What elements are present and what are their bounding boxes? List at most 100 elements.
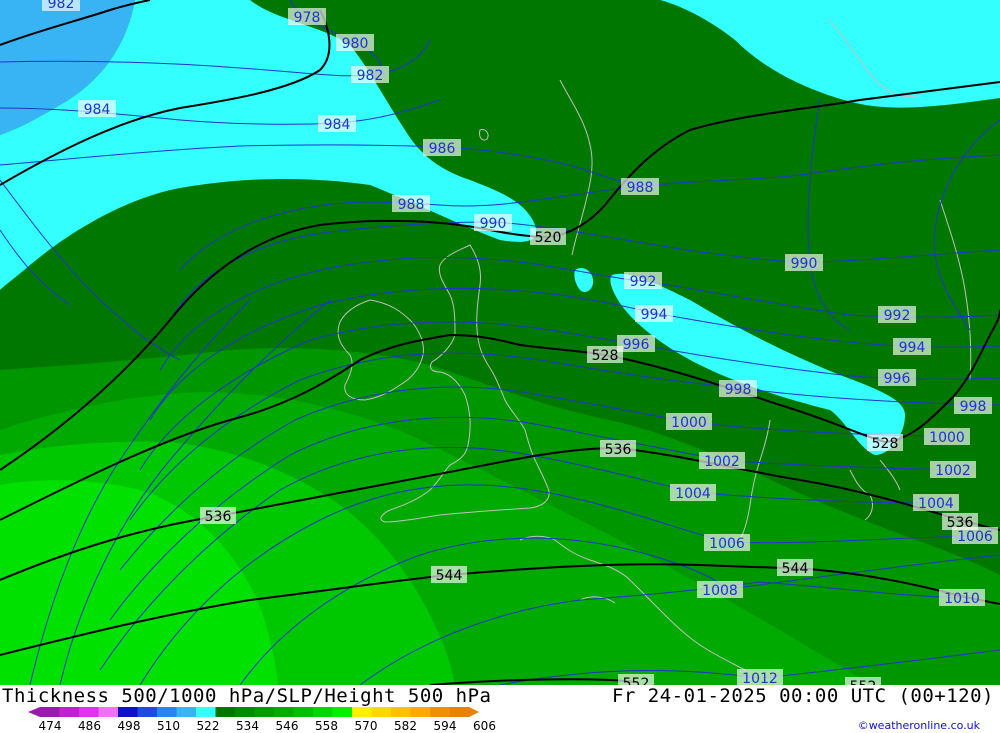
isobar-label: 1004 — [913, 494, 959, 512]
legend-swatch — [98, 707, 119, 717]
legend-swatch — [313, 707, 333, 717]
legend-arrow-left — [28, 707, 40, 717]
legend-swatch — [196, 707, 216, 717]
isobar-label-text: 1010 — [944, 591, 980, 607]
isobar-label-text: 992 — [630, 274, 657, 290]
height-label: 552 — [618, 674, 654, 685]
legend-swatch — [391, 707, 411, 717]
isobar-label-text: 1004 — [918, 496, 954, 512]
legend-label: 582 — [394, 719, 417, 733]
isobar-label: 1006 — [704, 534, 750, 552]
isobar-label: 980 — [336, 34, 374, 52]
height-label-text: 544 — [436, 568, 463, 584]
height-label-text: 536 — [205, 509, 232, 525]
footer-bar: Thickness 500/1000 hPa/SLP/Height 500 hP… — [0, 685, 1000, 733]
map-title: Thickness 500/1000 hPa/SLP/Height 500 hP… — [2, 685, 492, 707]
weather-map: 978 980 982 982 984 984 986 988 988 990 … — [0, 0, 1000, 685]
height-label: 544 — [777, 559, 813, 577]
legend-swatch — [410, 707, 431, 717]
legend-swatch — [449, 707, 470, 717]
isobar-label-text: 982 — [48, 0, 75, 12]
legend-swatch — [176, 707, 197, 717]
legend-swatch — [137, 707, 158, 717]
isobar-label-text: 1012 — [742, 671, 778, 685]
legend-label: 546 — [276, 719, 299, 733]
legend-label: 522 — [197, 719, 220, 733]
height-label: 528 — [587, 346, 623, 364]
legend-label: 570 — [355, 719, 378, 733]
isobar-label-text: 990 — [480, 216, 507, 232]
isobar-label: 978 — [288, 8, 326, 26]
height-label: 536 — [600, 440, 636, 458]
legend-swatch — [40, 707, 60, 717]
isobar-label-text: 1006 — [957, 529, 993, 545]
legend-swatch — [215, 707, 236, 717]
legend-swatch — [118, 707, 138, 717]
legend-swatch — [157, 707, 177, 717]
isobar-label: 1004 — [670, 484, 716, 502]
isobar-label: 984 — [78, 100, 116, 118]
legend-label: 510 — [157, 719, 180, 733]
legend-label: 606 — [473, 719, 496, 733]
isobar-label: 1002 — [930, 461, 976, 479]
isobar-label-text: 998 — [960, 399, 987, 415]
height-label-text: 528 — [592, 348, 619, 364]
height-label: 552 — [845, 677, 881, 685]
isobar-label: 988 — [392, 195, 430, 213]
legend-label: 486 — [78, 719, 101, 733]
height-label: 528 — [867, 434, 903, 452]
legend-swatch — [371, 707, 392, 717]
isobar-label-text: 988 — [398, 197, 425, 213]
height-label: 536 — [200, 507, 236, 525]
isobar-label: 1012 — [737, 669, 783, 685]
legend-label: 594 — [434, 719, 457, 733]
isobar-label-text: 984 — [84, 102, 111, 118]
isobar-label-text: 998 — [725, 382, 752, 398]
isobar-label: 988 — [621, 178, 659, 196]
isobar-label-text: 1008 — [702, 583, 738, 599]
forecast-datetime: Fr 24-01-2025 00:00 UTC (00+120) — [611, 685, 994, 707]
legend-swatch — [332, 707, 353, 717]
legend-label: 558 — [315, 719, 338, 733]
isobar-label-text: 992 — [884, 308, 911, 324]
legend-swatch — [274, 707, 294, 717]
legend-swatch — [79, 707, 99, 717]
isobar-label: 982 — [42, 0, 80, 12]
legend-label: 498 — [118, 719, 141, 733]
isobar-label: 992 — [878, 306, 916, 324]
isobar-label-text: 994 — [641, 307, 668, 323]
height-label-text: 528 — [872, 436, 899, 452]
isobar-label-text: 1000 — [671, 415, 707, 431]
isobar-label: 984 — [318, 115, 356, 133]
isobar-label: 996 — [878, 369, 916, 387]
legend-swatch — [430, 707, 450, 717]
height-label-text: 536 — [605, 442, 632, 458]
legend-swatch — [293, 707, 314, 717]
height-label: 520 — [530, 228, 566, 246]
isobar-label: 1000 — [666, 413, 712, 431]
isobar-label: 1000 — [924, 428, 970, 446]
legend-label: 474 — [39, 719, 62, 733]
isobar-label: 1002 — [699, 452, 745, 470]
legend-swatch — [254, 707, 275, 717]
isobar-label: 1008 — [697, 581, 743, 599]
isobar-label-text: 1004 — [675, 486, 711, 502]
isobar-label: 990 — [785, 254, 823, 272]
isobar-label-text: 980 — [342, 36, 369, 52]
isobar-label-text: 1000 — [929, 430, 965, 446]
isobar-label: 1010 — [939, 589, 985, 607]
height-label-text: 552 — [623, 676, 650, 685]
isobar-label-text: 978 — [294, 10, 321, 26]
legend-arrow-right — [469, 707, 479, 717]
height-label-text: 520 — [535, 230, 562, 246]
isobar-label-text: 986 — [429, 141, 456, 157]
isobar-label-text: 1002 — [704, 454, 740, 470]
height-label: 544 — [431, 566, 467, 584]
isobar-label-text: 1002 — [935, 463, 971, 479]
legend-swatch — [352, 707, 372, 717]
legend-swatch — [235, 707, 255, 717]
isobar-label: 990 — [474, 214, 512, 232]
legend-swatches — [28, 707, 479, 717]
height-label: 536 — [942, 513, 978, 531]
isobar-label-text: 988 — [627, 180, 654, 196]
